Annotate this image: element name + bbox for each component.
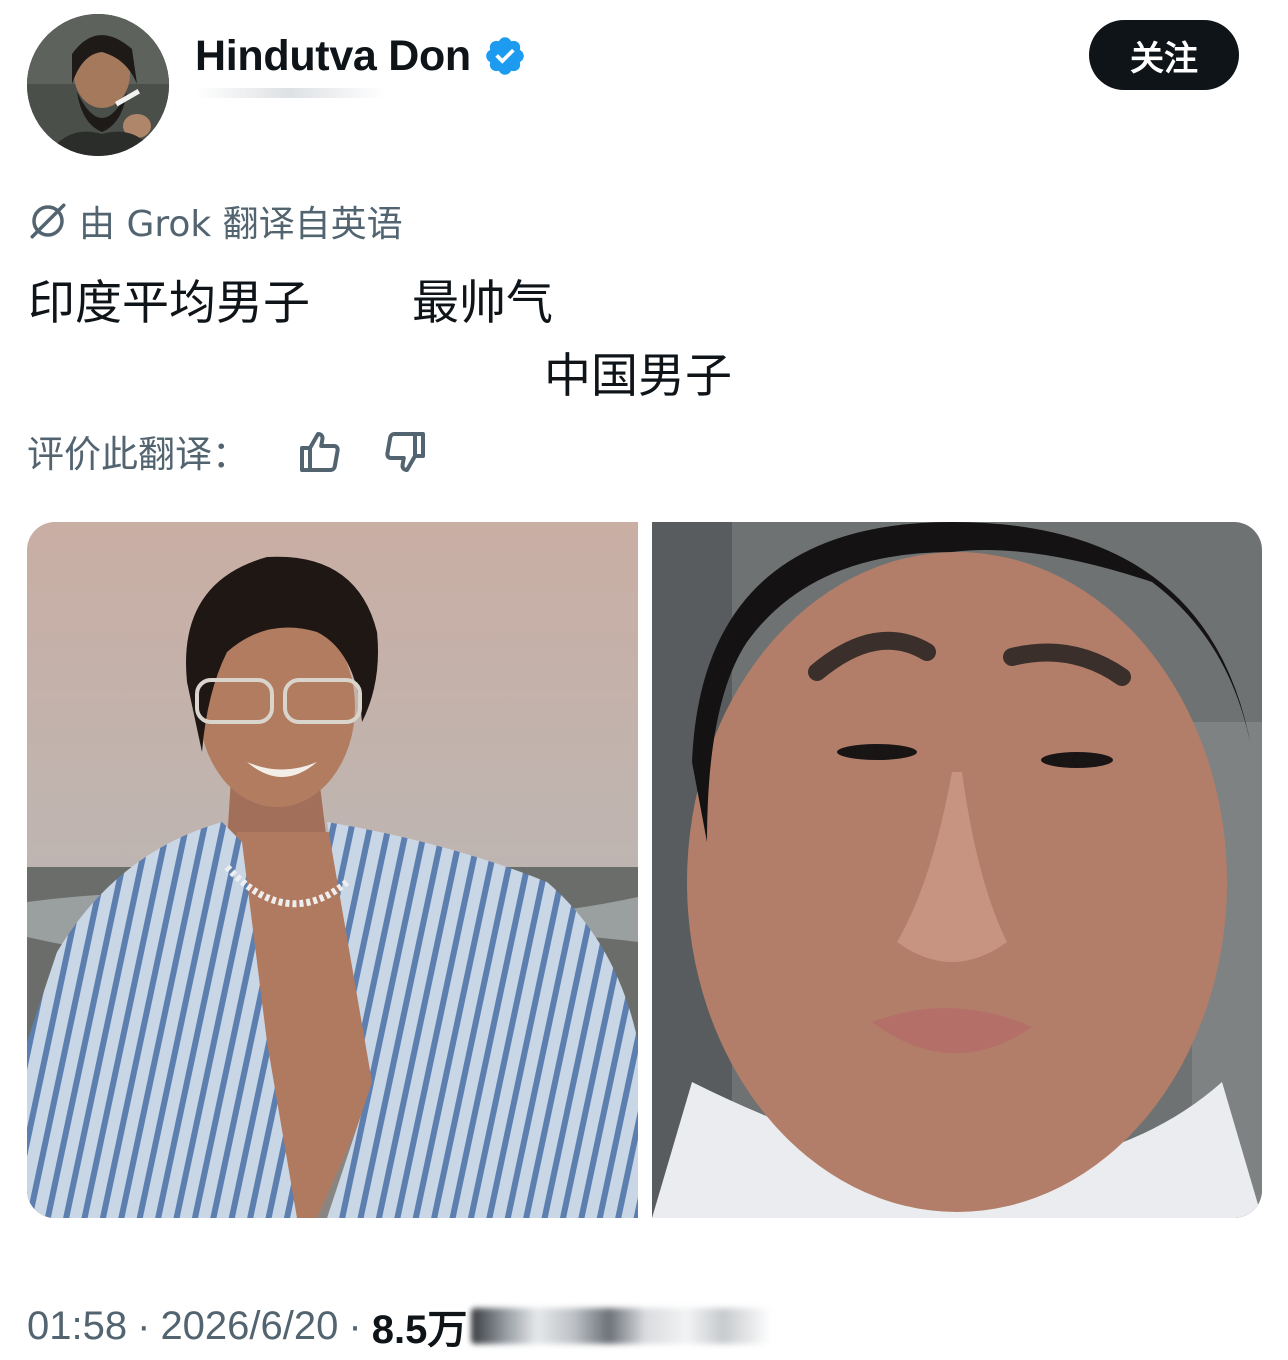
author-name-row[interactable]: Hindutva Don [195, 26, 527, 86]
translation-notice-text: 由 Grok 翻译自英语 [79, 204, 403, 245]
photo-left[interactable] [27, 522, 638, 1218]
photo-right[interactable] [652, 522, 1262, 1218]
thumbs-up-button[interactable] [292, 424, 348, 480]
views-count[interactable]: 8.5万 [372, 1297, 468, 1355]
tweet-time[interactable]: 01:58 [27, 1304, 127, 1349]
tweet-text-line1-part1: 印度平均男子 [28, 276, 310, 331]
separator-dot: · [348, 1303, 362, 1348]
translation-notice[interactable]: 由 Grok 翻译自英语 [27, 196, 403, 246]
photo-right-image [652, 522, 1262, 1218]
handle-redacted [195, 88, 385, 98]
separator-dot: · [137, 1303, 151, 1348]
media-grid [27, 522, 1262, 1218]
translate-off-icon [30, 203, 66, 239]
thumbs-up-icon [300, 432, 340, 472]
thumbs-down-button[interactable] [377, 424, 433, 480]
views-label-redacted [471, 1308, 772, 1344]
avatar-image [27, 14, 169, 156]
verified-badge-icon [486, 37, 524, 75]
rate-translation-text: 评价此翻译： [27, 433, 249, 476]
tweet-text-line1-part2: 最帅气 [412, 276, 553, 331]
thumbs-down-icon [385, 432, 425, 472]
photo-left-image [27, 522, 638, 1218]
display-name[interactable]: Hindutva Don [195, 32, 471, 81]
tweet-date[interactable]: 2026/6/20 [160, 1304, 338, 1349]
avatar[interactable] [27, 14, 169, 156]
rate-translation-label: 评价此翻译： [27, 423, 249, 479]
follow-button[interactable]: 关注 [1089, 20, 1239, 90]
tweet-text-line2: 中国男子 [544, 349, 732, 404]
tweet-meta: 01:58 · 2026/6/20 · 8.5万 [27, 1297, 772, 1355]
tweet-page: Hindutva Don 关注 由 Grok 翻译自英语 印度平均男子 最帅气 … [0, 0, 1288, 1360]
